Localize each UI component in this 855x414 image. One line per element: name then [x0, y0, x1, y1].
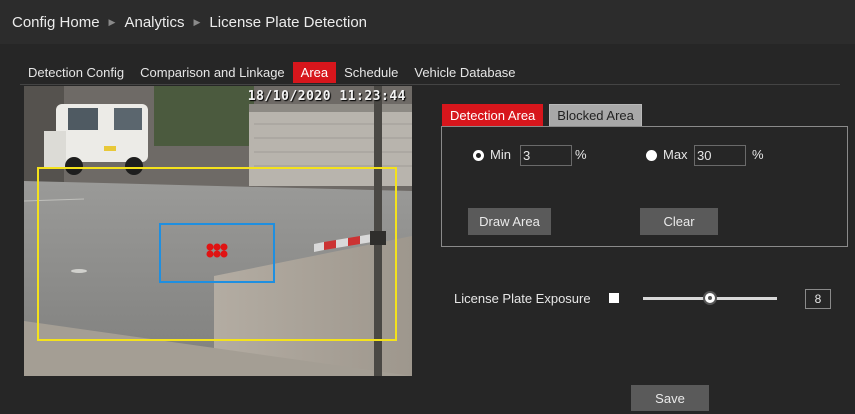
- min-radio[interactable]: [473, 150, 484, 161]
- breadcrumb-license-plate-detection: License Plate Detection: [209, 13, 368, 31]
- max-label: Max: [663, 147, 688, 162]
- area-settings-panel: Min % Max % Draw Area Clear: [441, 126, 848, 247]
- min-size-input[interactable]: [520, 145, 572, 166]
- max-size-input[interactable]: [694, 145, 746, 166]
- tab-divider: [20, 84, 840, 85]
- exposure-value: 8: [805, 289, 831, 309]
- chevron-right-icon: ▶: [193, 16, 201, 27]
- video-timestamp: 18/10/2020 11:23:44: [247, 89, 406, 104]
- exposure-label: License Plate Exposure: [454, 291, 591, 306]
- video-preview[interactable]: 18/10/2020 11:23:44: [24, 86, 412, 376]
- tab-blocked-area[interactable]: Blocked Area: [549, 104, 642, 127]
- max-unit: %: [752, 147, 764, 162]
- max-radio[interactable]: [646, 150, 657, 161]
- tab-comparison-linkage[interactable]: Comparison and Linkage: [132, 62, 293, 83]
- tab-schedule[interactable]: Schedule: [336, 62, 406, 83]
- chevron-right-icon: ▶: [108, 16, 116, 27]
- exposure-checkbox[interactable]: [609, 293, 619, 303]
- tab-bar: Detection Config Comparison and Linkage …: [20, 61, 524, 83]
- min-unit: %: [575, 147, 587, 162]
- tab-area[interactable]: Area: [292, 61, 337, 83]
- breadcrumb: Config Home ▶ Analytics ▶ License Plate …: [0, 0, 855, 44]
- save-button[interactable]: Save: [631, 385, 709, 411]
- tab-vehicle-database[interactable]: Vehicle Database: [406, 62, 523, 83]
- camera-scene: [24, 86, 412, 376]
- area-type-tabs: Detection Area Blocked Area: [442, 104, 648, 127]
- min-label: Min: [490, 147, 511, 162]
- draw-area-button[interactable]: Draw Area: [468, 208, 551, 235]
- exposure-slider-thumb[interactable]: [703, 291, 717, 305]
- breadcrumb-analytics[interactable]: Analytics: [124, 14, 184, 31]
- tab-detection-area[interactable]: Detection Area: [442, 104, 544, 127]
- clear-button[interactable]: Clear: [640, 208, 718, 235]
- breadcrumb-config-home[interactable]: Config Home: [12, 14, 100, 31]
- tab-detection-config[interactable]: Detection Config: [20, 62, 132, 83]
